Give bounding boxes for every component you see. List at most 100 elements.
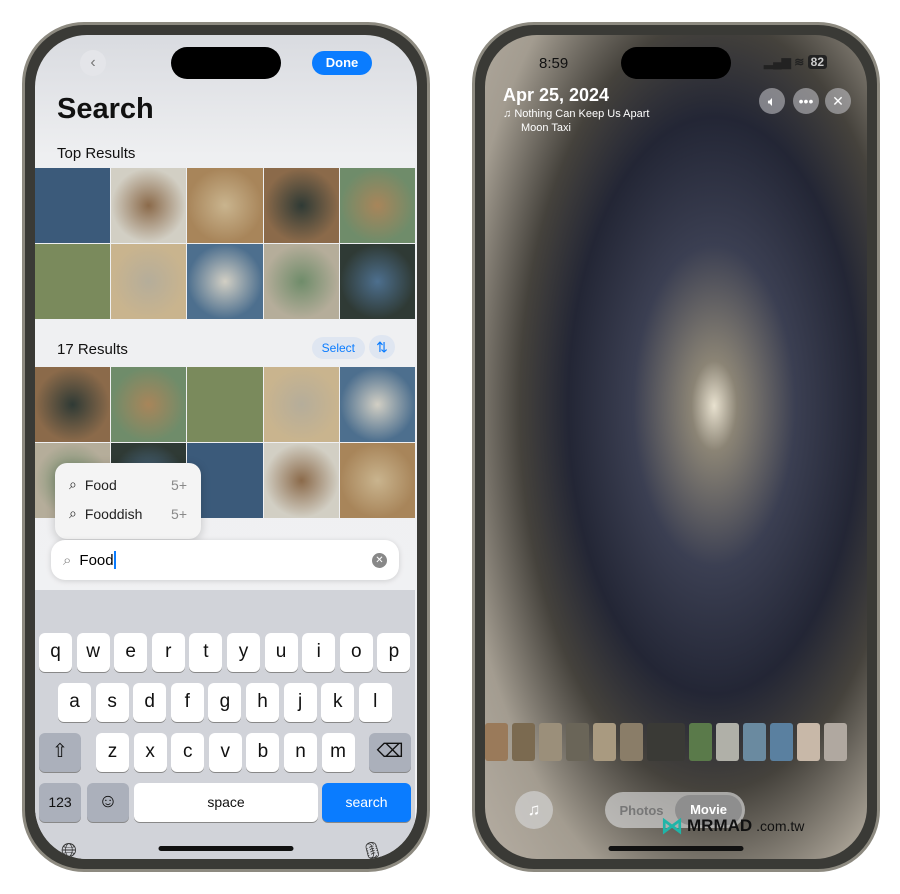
key-y[interactable]: y	[227, 633, 260, 672]
key-b[interactable]: b	[246, 733, 280, 772]
battery-level: 82	[807, 55, 827, 69]
thumbnail[interactable]	[770, 723, 793, 761]
volume-icon[interactable]: 🔈︎	[759, 88, 785, 114]
emoji-key[interactable]: ☺	[87, 783, 129, 822]
photos-search-screen: ‹ Done Search Top Results 17 Results Sel…	[35, 35, 417, 859]
key-h[interactable]: h	[246, 683, 279, 722]
key-m[interactable]: m	[321, 733, 355, 772]
keyboard: ⇧ ⌫ 123 ☺ space search 🌐︎ 🎙︎ qwertyuiop a…	[35, 590, 415, 859]
key-u[interactable]: u	[264, 633, 298, 672]
numbers-key[interactable]: 123	[39, 783, 81, 822]
key-x[interactable]: x	[133, 733, 167, 772]
thumbnail[interactable]	[716, 723, 739, 761]
photo-thumbnail[interactable]	[339, 443, 415, 518]
photo-thumbnail[interactable]	[187, 168, 263, 243]
done-button[interactable]: Done	[312, 51, 372, 75]
photo-thumbnail[interactable]	[339, 168, 415, 243]
suggestion-item[interactable]: ⌕ Fooddish 5+	[55, 499, 201, 528]
thumbnail[interactable]	[485, 723, 508, 761]
thumbnail[interactable]	[620, 723, 643, 761]
thumbnail[interactable]	[824, 723, 847, 761]
thumbnail[interactable]	[566, 723, 589, 761]
key-r[interactable]: r	[151, 633, 185, 672]
photo-thumbnail[interactable]	[339, 367, 415, 442]
key-c[interactable]: c	[171, 733, 205, 772]
thumbnail[interactable]	[797, 723, 820, 761]
space-key[interactable]: space	[134, 783, 318, 822]
memory-movie-screen: 8:59 ▂▄▆ ≋ 82 Apr 25, 2024 ♫ Nothing Can…	[485, 35, 867, 859]
thumbnail-strip[interactable]	[485, 723, 865, 761]
search-icon: ⌕	[69, 505, 77, 521]
key-z[interactable]: z	[96, 733, 129, 772]
more-icon[interactable]: •••	[793, 88, 819, 114]
photo-thumbnail[interactable]	[111, 244, 187, 319]
top-results-grid	[35, 168, 415, 319]
photo-thumbnail[interactable]	[339, 244, 415, 319]
key-n[interactable]: n	[284, 733, 317, 772]
song-info: ♫ Nothing Can Keep Us Apart Moon Taxi	[503, 108, 650, 134]
thumbnail[interactable]	[539, 723, 562, 761]
globe-icon[interactable]: 🌐︎	[61, 840, 77, 859]
key-w[interactable]: w	[76, 633, 110, 672]
thumbnail[interactable]	[593, 723, 616, 761]
search-input[interactable]: ⌕ Food ✕	[51, 540, 399, 580]
key-o[interactable]: o	[339, 633, 373, 672]
status-time: 8:59	[539, 55, 569, 72]
key-v[interactable]: v	[208, 733, 242, 772]
home-indicator	[158, 846, 294, 851]
key-t[interactable]: t	[189, 633, 223, 672]
thumbnail[interactable]	[743, 723, 766, 761]
photo-thumbnail[interactable]	[187, 367, 263, 442]
clear-icon[interactable]: ✕	[372, 552, 387, 568]
key-d[interactable]: d	[133, 683, 167, 722]
music-edit-icon[interactable]: ♫	[515, 791, 553, 829]
photo-thumbnail[interactable]	[111, 168, 187, 243]
key-p[interactable]: p	[377, 633, 411, 672]
dynamic-island	[621, 47, 731, 79]
photo-thumbnail[interactable]	[263, 168, 339, 243]
key-s[interactable]: s	[95, 683, 129, 722]
search-icon: ⌕	[63, 551, 72, 569]
microphone-icon[interactable]: 🎙︎	[360, 840, 385, 859]
photo-thumbnail[interactable]	[263, 244, 339, 319]
backspace-key[interactable]: ⌫	[369, 733, 411, 772]
photo-thumbnail[interactable]	[263, 367, 339, 442]
thumbnail[interactable]	[689, 723, 712, 761]
dynamic-island	[171, 47, 281, 79]
photo-thumbnail[interactable]	[35, 168, 111, 243]
key-l[interactable]: l	[358, 683, 392, 722]
page-title: Search	[57, 93, 154, 125]
search-icon: ⌕	[69, 476, 77, 492]
key-j[interactable]: j	[283, 683, 317, 722]
close-icon[interactable]: ✕	[825, 88, 851, 114]
photo-thumbnail[interactable]	[35, 244, 111, 319]
photo-thumbnail[interactable]	[263, 443, 339, 518]
photo-thumbnail[interactable]	[187, 244, 263, 319]
suggestion-item[interactable]: ⌕ Food 5+	[55, 470, 201, 499]
results-count: 17 Results	[57, 341, 128, 358]
key-f[interactable]: f	[170, 683, 204, 722]
photo-thumbnail[interactable]	[111, 367, 187, 442]
shift-key[interactable]: ⇧	[39, 733, 81, 772]
key-i[interactable]: i	[302, 633, 336, 672]
watermark-logo: ⋈ MRMAD .com.tw	[661, 813, 805, 838]
phone-left: ‹ Done Search Top Results 17 Results Sel…	[22, 22, 430, 872]
memory-date: Apr 25, 2024	[503, 85, 610, 105]
key-g[interactable]: g	[208, 683, 242, 722]
back-button[interactable]: ‹	[80, 50, 106, 76]
home-indicator	[608, 846, 744, 851]
suggestions-popup: ⌕ Food 5+ ⌕ Fooddish 5+	[55, 463, 201, 539]
key-e[interactable]: e	[114, 633, 148, 672]
search-key[interactable]: search	[322, 783, 411, 822]
photo-thumbnail[interactable]	[35, 367, 111, 442]
sort-icon[interactable]: ⇅	[369, 335, 395, 359]
thumbnail[interactable]	[512, 723, 535, 761]
text-cursor	[113, 551, 116, 569]
key-a[interactable]: a	[58, 683, 91, 722]
key-k[interactable]: k	[321, 683, 355, 722]
key-q[interactable]: q	[39, 633, 72, 672]
select-button[interactable]: Select	[311, 337, 365, 359]
status-icons: ▂▄▆ ≋ 82	[764, 55, 827, 69]
thumbnail[interactable]	[647, 723, 685, 761]
music-note-icon: ♫	[503, 108, 512, 120]
